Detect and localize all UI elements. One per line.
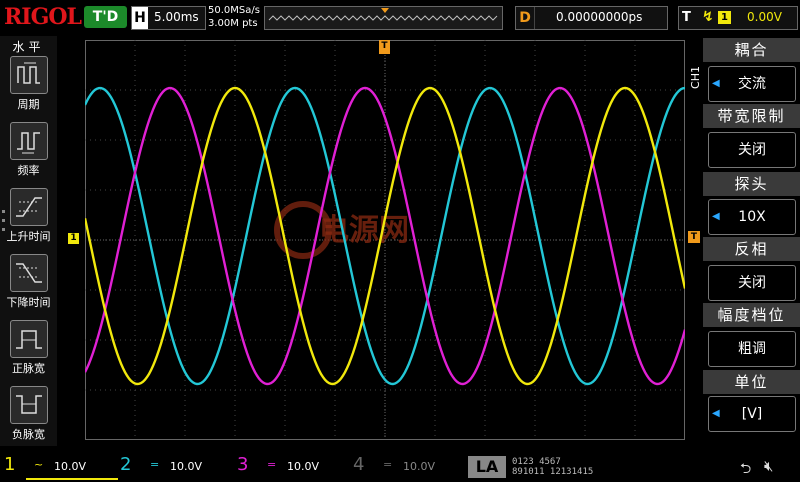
- timebase-value: 5.00ms: [154, 10, 199, 24]
- right-menu-channel-tag: CH1: [689, 66, 702, 89]
- measure-rise-time-button[interactable]: 上升时间: [0, 188, 57, 250]
- bandwidth-limit-toggle[interactable]: 关闭: [708, 132, 796, 168]
- delay-value: 0.00000000ps: [556, 10, 643, 24]
- trigger-level-marker[interactable]: T: [688, 231, 700, 243]
- la-bits-bottom: 891011 12131415: [512, 467, 594, 477]
- period-label: 周期: [17, 98, 40, 111]
- speaker-muted-icon[interactable]: 🔇︎: [764, 457, 773, 475]
- run-status-badge[interactable]: T'D: [84, 6, 127, 28]
- fall-time-icon: [10, 254, 48, 292]
- waveform-display[interactable]: 电源网: [85, 40, 685, 440]
- positive-width-icon: [10, 320, 48, 358]
- frequency-icon: [10, 122, 48, 160]
- coupling-select[interactable]: ◀ 交流: [708, 66, 796, 102]
- negative-width-label: 负脉宽: [12, 428, 45, 441]
- unit-value: [V]: [741, 406, 763, 422]
- left-menu-page-indicator: [2, 210, 5, 240]
- measure-menu: 水平 周期 频率 上升时间 下降时间 正脉宽 负脉宽: [0, 36, 57, 446]
- volts-div-title: 幅度档位: [703, 303, 800, 327]
- ch2-scale: 10.0V: [170, 460, 203, 473]
- trigger-source: 1: [718, 11, 731, 24]
- volts-div-toggle[interactable]: 粗调: [708, 331, 796, 367]
- watermark-text: 电源网: [319, 213, 409, 248]
- dc-coupling-icon: =: [150, 458, 160, 471]
- trigger-position-marker[interactable]: T: [379, 40, 390, 54]
- arrow-left-icon: ◀: [712, 408, 720, 419]
- bandwidth-limit-title: 带宽限制: [703, 104, 800, 128]
- trigger-level: 0.00V: [747, 10, 782, 24]
- bandwidth-limit-value: 关闭: [738, 142, 766, 158]
- measure-frequency-button[interactable]: 频率: [0, 122, 57, 184]
- ch4-number: 4: [353, 454, 365, 475]
- top-status-bar: RIGOL T'D H 5.00ms 50.0MSa/s 3.00M pts D…: [0, 0, 800, 34]
- delay-box[interactable]: D 0.00000000ps: [515, 6, 668, 30]
- unit-select[interactable]: ◀ [V]: [708, 396, 796, 432]
- horizontal-timebase[interactable]: H 5.00ms: [131, 6, 206, 30]
- logic-analyzer-button[interactable]: LA: [468, 456, 506, 478]
- ch2-number: 2: [120, 454, 132, 475]
- measure-positive-width-button[interactable]: 正脉宽: [0, 320, 57, 382]
- ch4-scale: 10.0V: [403, 460, 436, 473]
- probe-title: 探头: [703, 172, 800, 196]
- frequency-label: 频率: [17, 164, 40, 177]
- delay-label: D: [516, 7, 535, 29]
- invert-title: 反相: [703, 237, 800, 261]
- measure-menu-title: 水平: [12, 40, 45, 54]
- invert-value: 关闭: [738, 275, 766, 291]
- probe-select[interactable]: ◀ 10X: [708, 199, 796, 235]
- dc-coupling-icon: =: [267, 458, 277, 471]
- rigol-logo: RIGOL: [4, 4, 82, 30]
- sample-rate: 50.0MSa/s: [208, 5, 260, 16]
- la-bits-top: 0123 4567: [512, 457, 561, 467]
- rise-time-icon: [10, 188, 48, 226]
- measure-period-button[interactable]: 周期: [0, 56, 57, 118]
- fall-time-label: 下降时间: [6, 296, 51, 309]
- trigger-box[interactable]: T ↯ 1 0.00V: [678, 6, 798, 30]
- arrow-left-icon: ◀: [712, 211, 720, 222]
- measure-negative-width-button[interactable]: 负脉宽: [0, 386, 57, 448]
- memory-overview-strip[interactable]: [264, 6, 503, 30]
- negative-width-icon: [10, 386, 48, 424]
- horizontal-label: H: [132, 7, 148, 29]
- period-icon: [10, 56, 48, 94]
- ch1-ground-marker[interactable]: 1: [68, 233, 79, 244]
- channel-status-bar: 1 ~ 10.0V 2 = 10.0V 3 = 10.0V 4 = 10.0V …: [0, 454, 800, 480]
- invert-toggle[interactable]: 关闭: [708, 265, 796, 301]
- trigger-label: T: [682, 10, 691, 25]
- volts-div-value: 粗调: [738, 341, 766, 357]
- ch3-number: 3: [237, 454, 249, 475]
- probe-value: 10X: [738, 209, 766, 225]
- memory-depth: 3.00M pts: [208, 18, 258, 29]
- ch1-scale: 10.0V: [54, 460, 87, 473]
- sample-info: 50.0MSa/s 3.00M pts: [208, 4, 260, 30]
- channel-menu: 耦合 ◀ 交流 带宽限制 关闭 探头 ◀ 10X 反相 关闭 幅度档位 粗调 单…: [703, 38, 800, 438]
- positive-width-label: 正脉宽: [12, 362, 45, 375]
- usb-icon: ⮌: [740, 461, 752, 477]
- dc-coupling-icon: =: [383, 458, 393, 471]
- rising-edge-icon: ↯: [702, 9, 714, 25]
- coupling-title: 耦合: [703, 38, 800, 62]
- rise-time-label: 上升时间: [6, 230, 51, 243]
- ch3-scale: 10.0V: [287, 460, 320, 473]
- measure-fall-time-button[interactable]: 下降时间: [0, 254, 57, 316]
- ac-coupling-icon: ~: [34, 458, 44, 471]
- coupling-value: 交流: [738, 76, 766, 92]
- ch1-number: 1: [4, 454, 16, 475]
- unit-title: 单位: [703, 370, 800, 394]
- memory-waveform-icon: [268, 8, 498, 21]
- arrow-left-icon: ◀: [712, 78, 720, 89]
- logic-analyzer-bits: 0123 4567 891011 12131415: [512, 457, 593, 477]
